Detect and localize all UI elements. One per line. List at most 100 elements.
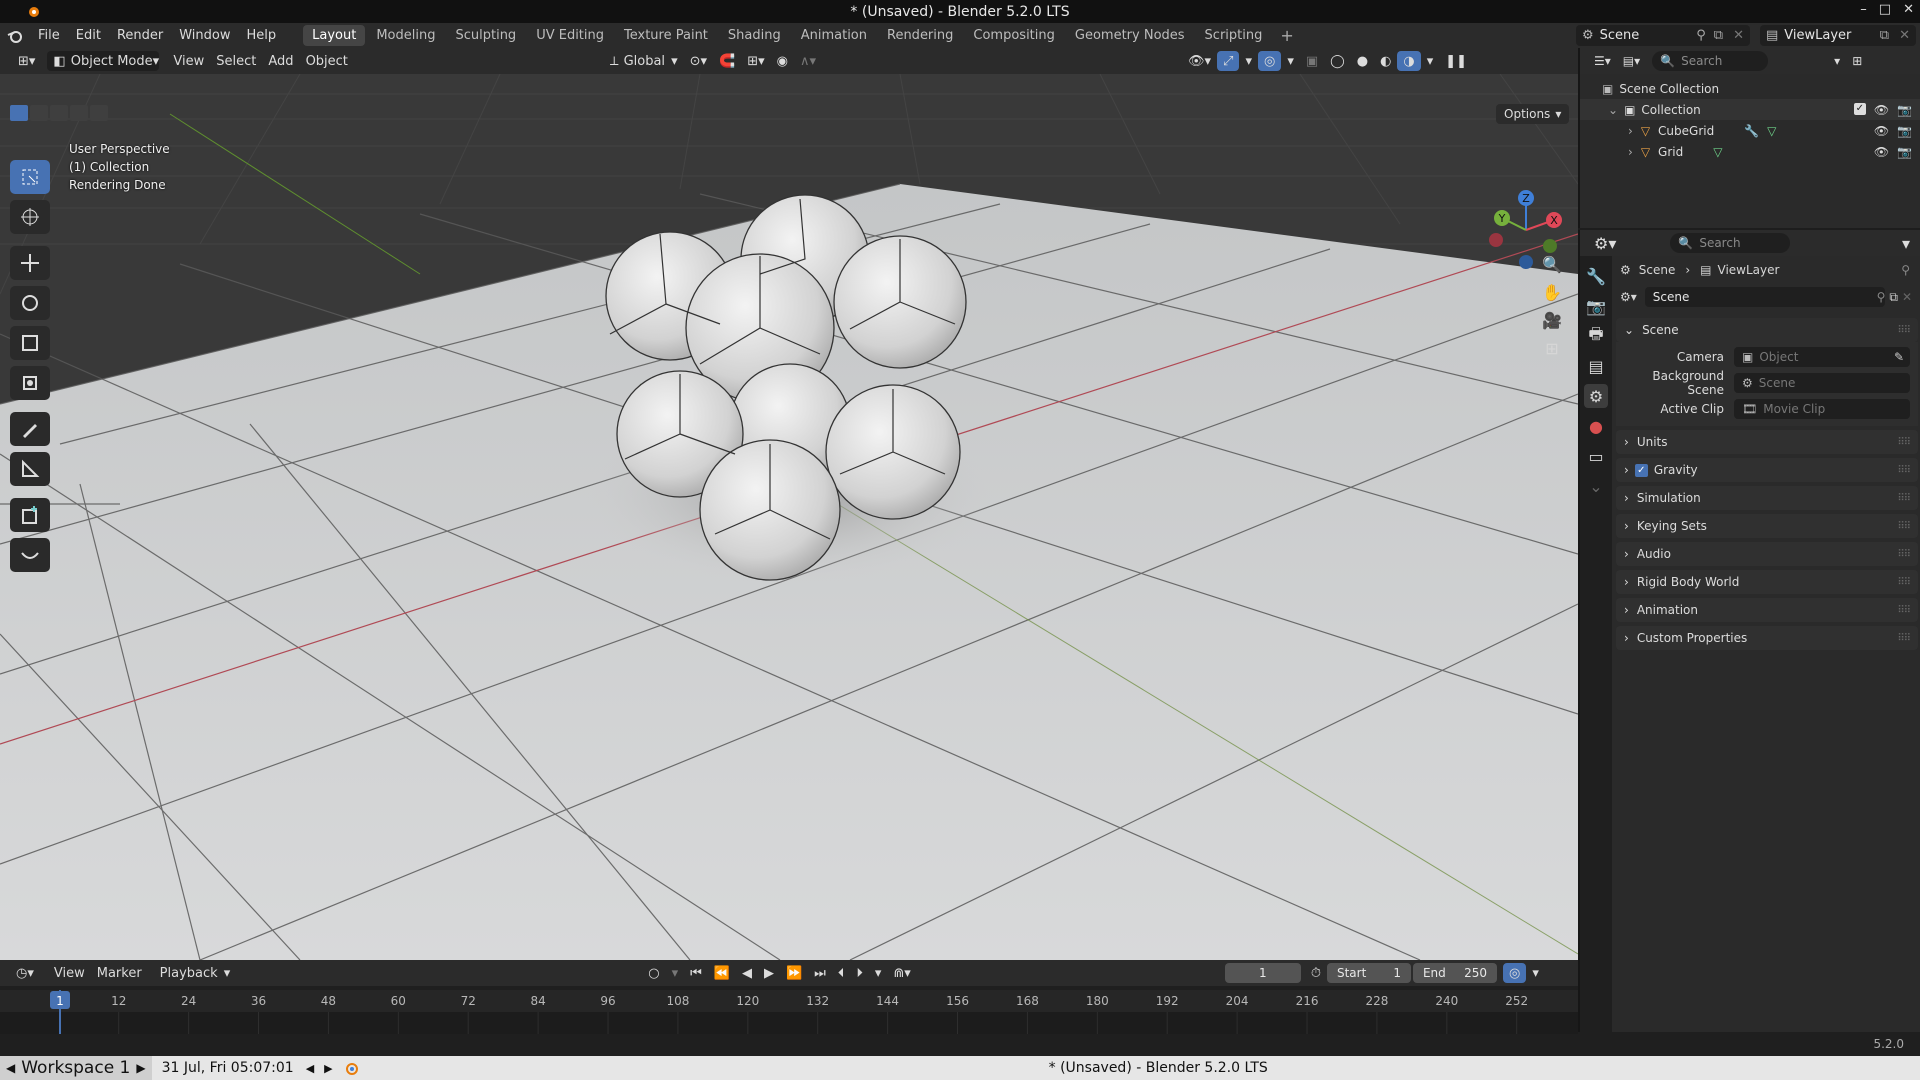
cursor-icon[interactable] bbox=[10, 200, 50, 234]
add-workspace-icon[interactable]: + bbox=[1272, 26, 1301, 45]
scale-icon[interactable] bbox=[10, 326, 50, 360]
rotate-icon[interactable] bbox=[10, 286, 50, 320]
outliner-editor-type-icon[interactable]: ☰▾ bbox=[1588, 51, 1617, 71]
render-camera-icon[interactable]: 📷 bbox=[1897, 145, 1912, 159]
select-box-icon[interactable] bbox=[10, 160, 50, 194]
rendered-shading-icon[interactable]: ◑ bbox=[1397, 51, 1421, 71]
move-icon[interactable] bbox=[10, 246, 50, 280]
shading-dropdown-icon[interactable]: ▾ bbox=[1421, 51, 1440, 71]
select-intersect-icon[interactable] bbox=[90, 105, 108, 121]
view-layer-tab-icon[interactable]: ▤ bbox=[1584, 354, 1608, 378]
measure-icon[interactable] bbox=[10, 452, 50, 486]
drag-handle-icon[interactable]: ⠿⠿ bbox=[1897, 549, 1911, 560]
pin-icon[interactable]: ⚲ bbox=[1877, 290, 1886, 304]
shear-icon[interactable] bbox=[10, 538, 50, 572]
prev-window-icon[interactable]: ◀ bbox=[306, 1062, 314, 1075]
menu-window[interactable]: Window bbox=[171, 23, 238, 48]
select-new-icon[interactable] bbox=[10, 105, 28, 121]
new-scene-icon[interactable]: ⧉ bbox=[1710, 28, 1727, 43]
scene-datablock-icon[interactable]: ⚙▾ bbox=[1620, 290, 1637, 304]
tab-scripting[interactable]: Scripting bbox=[1196, 25, 1272, 46]
eye-icon[interactable]: 👁 bbox=[1874, 124, 1889, 138]
drag-handle-icon[interactable]: ⠿⠿ bbox=[1897, 577, 1911, 588]
frame-ruler[interactable]: 12 24 36 48 60 72 84 96 108 120 132 144 156 168 180 192… bbox=[0, 990, 1578, 1034]
background-scene-field[interactable]: ⚙ Scene bbox=[1734, 373, 1910, 393]
timeline-overlay-dropdown-icon[interactable]: ▾ bbox=[1526, 963, 1545, 983]
jump-keyframe-forward-icon[interactable]: ⏩ bbox=[780, 963, 808, 983]
next-frame-icon[interactable]: ⏵ bbox=[850, 963, 869, 983]
menu-render[interactable]: Render bbox=[109, 23, 171, 48]
tab-sculpting[interactable]: Sculpting bbox=[446, 25, 525, 46]
chevron-down-icon[interactable]: ⌄ bbox=[1608, 103, 1618, 117]
pin-icon[interactable]: ⚲ bbox=[1901, 263, 1910, 277]
start-frame-field[interactable]: Start 1 bbox=[1326, 963, 1411, 983]
chevron-right-icon[interactable]: › bbox=[1628, 145, 1633, 159]
tab-uv-editing[interactable]: UV Editing bbox=[527, 25, 613, 46]
tab-shading[interactable]: Shading bbox=[719, 25, 790, 46]
scene-selector[interactable]: ⚙ Scene ⚲ ⧉ ✕ bbox=[1576, 25, 1750, 46]
visibility-icon[interactable]: 👁▾ bbox=[1182, 51, 1217, 71]
new-view-layer-icon[interactable]: ⧉ bbox=[1876, 28, 1893, 43]
units-panel[interactable]: › Units ⠿⠿ bbox=[1616, 430, 1918, 454]
xray-icon[interactable]: ▣ bbox=[1300, 51, 1324, 71]
eyedropper-icon[interactable]: ✎ bbox=[1894, 350, 1904, 364]
audio-panel[interactable]: › Audio ⠿⠿ bbox=[1616, 542, 1918, 566]
remove-scene-icon[interactable]: ✕ bbox=[1727, 28, 1750, 43]
proportional-edit-icon[interactable]: ◉ bbox=[771, 51, 794, 71]
active-clip-field[interactable]: 🎞 Movie Clip bbox=[1734, 399, 1910, 419]
gizmo-dropdown-icon[interactable]: ▾ bbox=[1239, 51, 1258, 71]
chevron-right-icon[interactable]: › bbox=[1628, 124, 1633, 138]
3d-viewport[interactable]: ⊞▾ ◧ Object Mode ▾ View Select Add Objec… bbox=[0, 48, 1578, 960]
next-window-icon[interactable]: ▶ bbox=[324, 1062, 332, 1075]
close-icon[interactable]: ✕ bbox=[1903, 2, 1914, 17]
world-tab-icon[interactable]: ● bbox=[1584, 414, 1608, 438]
select-subtract-icon[interactable] bbox=[50, 105, 68, 121]
outliner-object-grid[interactable]: › ▽ Grid ▽ 👁 📷 bbox=[1580, 141, 1920, 162]
transform-orientation-dropdown[interactable]: ⟂ Global ▾ bbox=[604, 51, 684, 71]
scene-datablock-field[interactable]: Scene ⚲ bbox=[1644, 287, 1886, 307]
menu-edit[interactable]: Edit bbox=[68, 23, 109, 48]
blender-taskbar-icon[interactable] bbox=[343, 1060, 359, 1076]
gizmo-toggle-icon[interactable]: ⤢ bbox=[1217, 51, 1240, 71]
timeline-menu-view[interactable]: View bbox=[48, 963, 91, 983]
eye-icon[interactable]: 👁 bbox=[1874, 145, 1889, 159]
play-reverse-icon[interactable]: ◀ bbox=[736, 963, 758, 983]
current-frame-field[interactable]: 1 bbox=[1224, 963, 1301, 983]
solid-shading-icon[interactable]: ● bbox=[1351, 51, 1374, 71]
custom-properties-panel[interactable]: › Custom Properties ⠿⠿ bbox=[1616, 626, 1918, 650]
menu-file[interactable]: File bbox=[30, 23, 68, 48]
menu-object[interactable]: Object bbox=[300, 51, 354, 71]
drag-handle-icon[interactable]: ⠿⠿ bbox=[1897, 493, 1911, 504]
ortho-toggle-icon[interactable]: ⊞ bbox=[1538, 334, 1566, 362]
tab-modeling[interactable]: Modeling bbox=[367, 25, 444, 46]
new-scene-icon[interactable]: ⧉ bbox=[1889, 290, 1898, 305]
properties-editor-type-icon[interactable]: ⚙▾ bbox=[1588, 233, 1622, 253]
playback-dropdown[interactable]: Playback ▾ bbox=[154, 963, 237, 983]
jump-end-icon[interactable]: ⏭ bbox=[808, 963, 832, 983]
tab-layout[interactable]: Layout bbox=[303, 25, 366, 46]
preview-range-icon[interactable]: ⏱ bbox=[1305, 963, 1327, 983]
pivot-point-icon[interactable]: ⊙▾ bbox=[684, 51, 713, 71]
snap-timeline-icon[interactable]: ⋒▾ bbox=[887, 963, 916, 983]
drag-handle-icon[interactable]: ⠿⠿ bbox=[1897, 633, 1911, 644]
modifier-wrench-icon[interactable]: 🔧 bbox=[1744, 124, 1759, 138]
minimize-icon[interactable]: – bbox=[1860, 2, 1867, 17]
filter-icon[interactable]: ▾ bbox=[1828, 51, 1846, 71]
gravity-checkbox[interactable]: ✓ bbox=[1634, 463, 1648, 477]
snap-icon[interactable]: 🧲 bbox=[713, 51, 741, 71]
jump-start-icon[interactable]: ⏮ bbox=[684, 963, 708, 983]
tool-tab-icon[interactable]: 🔧 bbox=[1584, 264, 1608, 288]
material-shading-icon[interactable]: ◐ bbox=[1374, 51, 1397, 71]
outliner-scene-collection[interactable]: ▣ Scene Collection bbox=[1580, 78, 1920, 99]
drag-handle-icon[interactable]: ⠿⠿ bbox=[1897, 325, 1911, 336]
tab-compositing[interactable]: Compositing bbox=[964, 25, 1064, 46]
wireframe-shading-icon[interactable]: ◯ bbox=[1324, 51, 1351, 71]
overlay-dropdown-icon[interactable]: ▾ bbox=[1281, 51, 1300, 71]
rigid-body-world-panel[interactable]: › Rigid Body World ⠿⠿ bbox=[1616, 570, 1918, 594]
workspace-switcher[interactable]: ◀ Workspace 1 ▶ bbox=[0, 1056, 152, 1080]
drag-handle-icon[interactable]: ⠿⠿ bbox=[1897, 465, 1911, 476]
render-camera-icon[interactable]: 📷 bbox=[1897, 124, 1912, 138]
neg-z-axis-handle[interactable] bbox=[1519, 255, 1533, 269]
keying-dropdown-icon[interactable]: ▾ bbox=[666, 963, 685, 983]
pin-icon[interactable]: ⚲ bbox=[1692, 28, 1710, 43]
